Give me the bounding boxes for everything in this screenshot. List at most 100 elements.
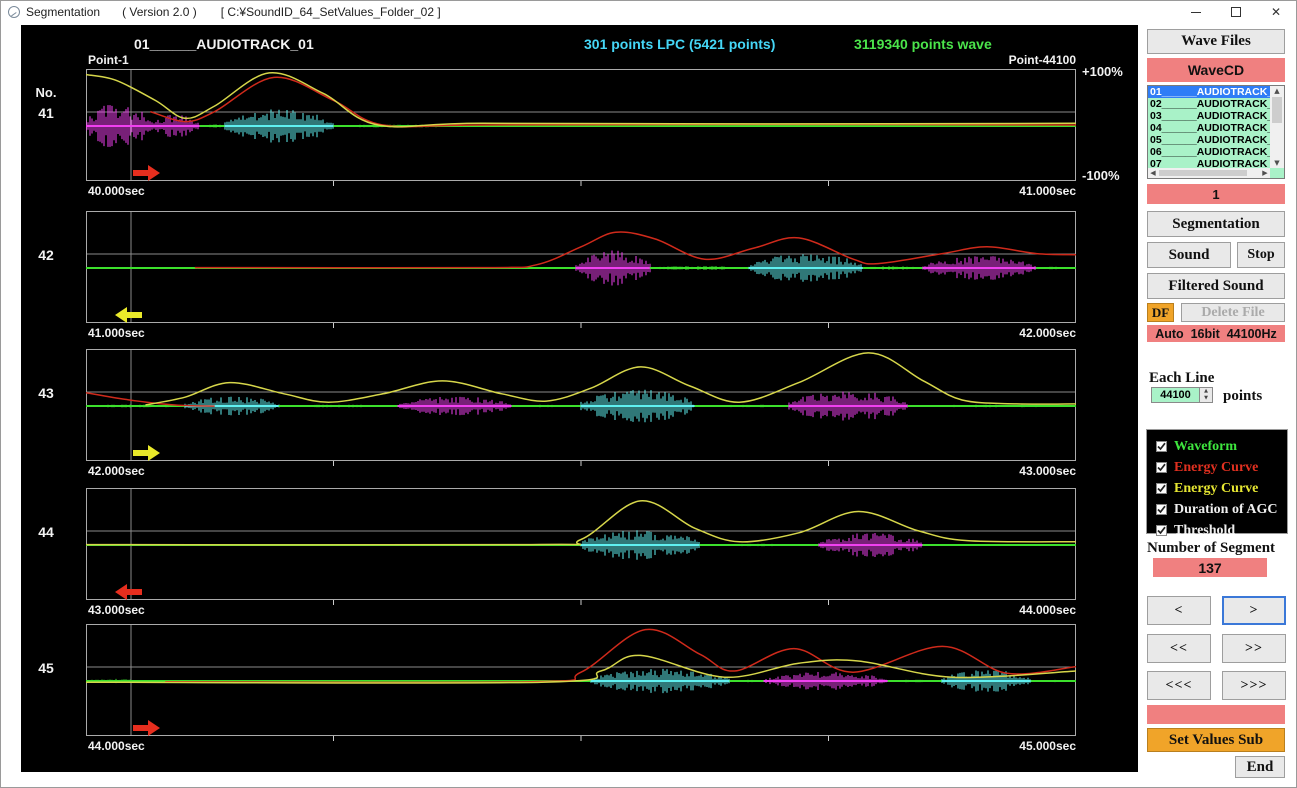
track-list-vscrollbar[interactable]: ▲ ▼ [1270, 86, 1284, 168]
checkbox-icon[interactable] [1156, 504, 1167, 515]
waveform-panel-42[interactable] [86, 211, 1076, 331]
energy-curve-yellow [86, 73, 1076, 127]
track-list-item[interactable]: 07______AUDIOTRACK_07 [1148, 158, 1270, 168]
spin-down-icon[interactable]: ▼ [1200, 395, 1212, 402]
vscroll-thumb[interactable] [1272, 97, 1282, 123]
prev-fast-button[interactable]: << [1147, 634, 1211, 663]
prev-fastest-button[interactable]: <<< [1147, 671, 1211, 700]
restore-icon [1231, 7, 1241, 17]
energy-curve-yellow [145, 353, 1076, 405]
restore-button[interactable] [1216, 1, 1256, 23]
wave-info: 3119340 points wave [854, 36, 992, 52]
track-list-item[interactable]: 05______AUDIOTRACK_05 [1148, 134, 1270, 146]
prev-button[interactable]: < [1147, 596, 1211, 625]
scroll-up-icon[interactable]: ▲ [1270, 86, 1284, 96]
display-option-row: Energy Curve [1147, 478, 1287, 499]
points-label: points [1223, 388, 1262, 405]
energy-curve-yellow [86, 655, 1076, 683]
display-option-row: Duration of AGC [1147, 499, 1287, 520]
spin-up-icon[interactable]: ▲ [1200, 388, 1212, 395]
track-list-item[interactable]: 03______AUDIOTRACK_03 [1148, 110, 1270, 122]
checkbox-label: Energy Curve [1174, 461, 1258, 475]
panel-number: 43 [29, 385, 63, 401]
panel-end-time: 44.000sec [916, 603, 1076, 617]
each-line-value: 44100 [1152, 388, 1199, 402]
waveform-panel-44[interactable] [86, 488, 1076, 608]
display-option-row: Energy Curve [1147, 457, 1287, 478]
track-list-item[interactable]: 04______AUDIOTRACK_04 [1148, 122, 1270, 134]
panel-start-time: 43.000sec [88, 603, 145, 617]
checkbox-label: Threshold [1174, 524, 1235, 538]
position-arrow-yellow-right [133, 445, 160, 461]
df-button[interactable]: DF [1147, 303, 1174, 322]
track-list-item[interactable]: 01______AUDIOTRACK_01 [1148, 86, 1270, 98]
app-icon [8, 6, 20, 18]
checkbox-icon[interactable] [1156, 525, 1167, 536]
format-info: Auto 16bit 44100Hz [1147, 325, 1285, 342]
close-icon: ✕ [1271, 5, 1281, 19]
scroll-down-icon[interactable]: ▼ [1270, 158, 1284, 168]
energy-curve-red [195, 232, 1076, 268]
scroll-left-icon[interactable]: ◀ [1148, 168, 1158, 178]
wave-files-button[interactable]: Wave Files [1147, 29, 1285, 54]
num-segment-label: Number of Segment [1147, 540, 1275, 557]
panel-end-time: 45.000sec [916, 739, 1076, 753]
energy-curve-yellow [86, 501, 1076, 545]
display-options-panel: WaveformEnergy CurveEnergy CurveDuration… [1146, 429, 1288, 534]
stop-button[interactable]: Stop [1237, 242, 1285, 268]
minimize-button[interactable] [1176, 1, 1216, 23]
panel-number: 44 [29, 524, 63, 540]
next-fast-button[interactable]: >> [1222, 634, 1286, 663]
waveform-panel-45[interactable] [86, 624, 1076, 744]
delete-file-button[interactable]: Delete File [1181, 303, 1285, 322]
panel-end-time: 43.000sec [916, 464, 1076, 478]
next-button[interactable]: > [1222, 596, 1286, 625]
sound-button[interactable]: Sound [1147, 242, 1231, 268]
panel-start-time: 44.000sec [88, 739, 145, 753]
num-segment-value: 137 [1153, 558, 1267, 577]
panel-number: 41 [29, 105, 63, 121]
panel-start-time: 41.000sec [88, 326, 145, 340]
segmentation-button[interactable]: Segmentation [1147, 211, 1285, 237]
hscroll-thumb[interactable] [1159, 170, 1247, 176]
close-button[interactable]: ✕ [1256, 1, 1296, 23]
next-fastest-button[interactable]: >>> [1222, 671, 1286, 700]
panel-number: 42 [29, 247, 63, 263]
scale-bottom-label: -100% [1082, 168, 1120, 183]
checkbox-icon[interactable] [1156, 441, 1167, 452]
point-start-label: Point-1 [88, 53, 129, 67]
panel-start-time: 40.000sec [88, 184, 145, 198]
checkbox-icon[interactable] [1156, 483, 1167, 494]
panel-start-time: 42.000sec [88, 464, 145, 478]
titlebar: Segmentation ( Version 2.0 ) [ C:¥SoundI… [1, 1, 1296, 23]
track-listbox: 01______AUDIOTRACK_0102______AUDIOTRACK_… [1147, 85, 1285, 179]
track-list-item[interactable]: 06______AUDIOTRACK_06 [1148, 146, 1270, 158]
each-line-label: Each Line [1149, 370, 1214, 387]
scroll-right-icon[interactable]: ▶ [1260, 168, 1270, 178]
position-arrow-red-left [115, 584, 142, 600]
waveform-panel-43[interactable] [86, 349, 1076, 469]
filtered-sound-button[interactable]: Filtered Sound [1147, 273, 1285, 299]
panel-end-time: 41.000sec [916, 184, 1076, 198]
checkbox-icon[interactable] [1156, 462, 1167, 473]
waveform-panel-41[interactable] [86, 69, 1076, 189]
track-list-item[interactable]: 02______AUDIOTRACK_02 [1148, 98, 1270, 110]
app-path: [ C:¥SoundID_64_SetValues_Folder_02 ] [221, 5, 441, 19]
each-line-spinner[interactable]: 44100 ▲▼ [1151, 387, 1213, 403]
position-arrow-red-right [133, 720, 160, 736]
position-arrow-yellow-left [115, 307, 142, 323]
display-option-row: Threshold [1147, 520, 1287, 541]
checkbox-label: Waveform [1174, 440, 1237, 454]
status-bar [1147, 705, 1285, 724]
set-values-sub-button[interactable]: Set Values Sub [1147, 728, 1285, 752]
app-version: ( Version 2.0 ) [122, 5, 197, 19]
track-list-hscrollbar[interactable]: ◀ ▶ [1148, 168, 1270, 178]
point-end-label: Point-44100 [916, 53, 1076, 67]
spinner-buttons[interactable]: ▲▼ [1199, 388, 1212, 402]
panel-number: 45 [29, 660, 63, 676]
track-title: 01______AUDIOTRACK_01 [134, 36, 314, 52]
wavecd-button[interactable]: WaveCD [1147, 58, 1285, 82]
app-window: Segmentation ( Version 2.0 ) [ C:¥SoundI… [0, 0, 1297, 788]
end-button[interactable]: End [1235, 756, 1285, 778]
scale-top-label: +100% [1082, 64, 1123, 79]
